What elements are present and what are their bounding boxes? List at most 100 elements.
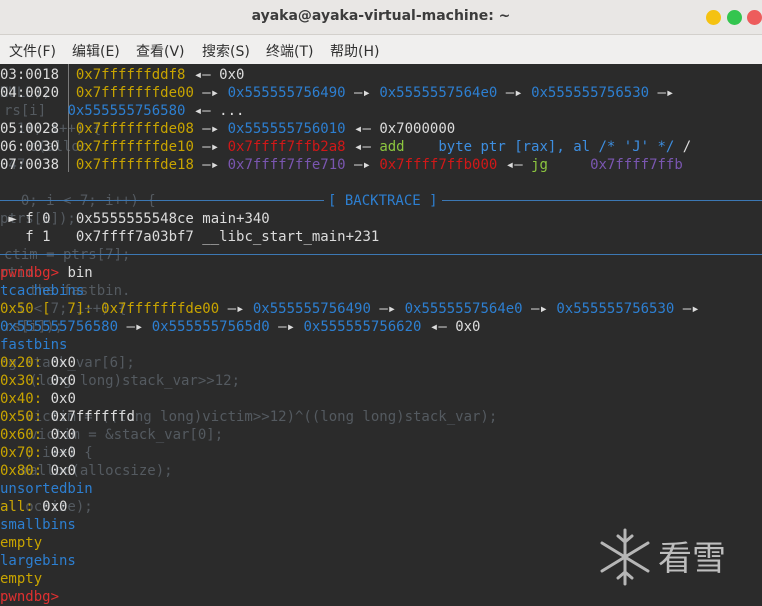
watermark-text: 看雪 bbox=[658, 539, 726, 579]
tcachebins-line-segment: —▸ bbox=[522, 301, 557, 317]
maximize-button[interactable] bbox=[727, 10, 742, 25]
stack-line-segment: ◂— bbox=[497, 157, 532, 173]
stack-line-segment: 0x555555756530 bbox=[531, 85, 650, 101]
stack-line-segment: ◂— ... bbox=[185, 103, 245, 119]
tcachebins-line-segment: —▸ bbox=[370, 301, 405, 317]
stack-line-segment: 0x5555557564e0 bbox=[379, 85, 498, 101]
tcachebins-line-segment: 0x5555557564e0 bbox=[404, 301, 523, 317]
backtrace-frame-segment: f 1 bbox=[0, 229, 76, 245]
fastbin-entry-segment: 0x70: bbox=[0, 445, 43, 461]
backtrace-frame-segment: ► f 0 bbox=[0, 211, 76, 227]
stack-line-segment: jg bbox=[531, 157, 548, 173]
close-button[interactable] bbox=[747, 10, 762, 25]
tcachebins-line-segment: 0x50 [ 7]: 0x7fffffffde00 bbox=[0, 301, 220, 317]
unsortedbin-entry: all: 0x0 bbox=[0, 498, 67, 516]
ghost-source-line-segment: 0; i < 7; i++) { bbox=[4, 193, 156, 209]
command-line-segment: bin bbox=[59, 265, 93, 281]
fastbin-entry-segment: 0x40: bbox=[0, 391, 43, 407]
terminal-output[interactable]: NULL); rs[i] 14; i++) { c(alloc 047 0; i <… bbox=[0, 64, 762, 606]
stack-line-segment: —▸ bbox=[202, 157, 228, 173]
menu-search[interactable]: 搜索(S) bbox=[202, 41, 250, 61]
smallbins-value-segment: empty bbox=[0, 535, 43, 551]
stack-line-segment: 0x555555756580 bbox=[67, 103, 186, 119]
fastbin-entry: 0x80: 0x0 bbox=[0, 462, 76, 480]
menu-file[interactable]: 文件(F) bbox=[9, 41, 56, 61]
stack-line-segment: 0x7fffffffde10 bbox=[67, 139, 203, 155]
fastbin-entry-segment: 0x0 bbox=[42, 463, 76, 479]
backtrace-frame: f 1 0x7ffff7a03bf7 __libc_start_main+231 bbox=[0, 228, 379, 246]
ghost-source-line-segment: ctim = ptrs[7]; bbox=[4, 247, 131, 263]
fastbin-entry-segment: 0x30: bbox=[0, 373, 43, 389]
fastbin-entry-segment: 0x60: bbox=[0, 427, 43, 443]
menu-view[interactable]: 查看(V) bbox=[136, 41, 185, 61]
backtrace-frame-segment: __libc_start_main+231 bbox=[202, 229, 380, 245]
fastbins-header: fastbins bbox=[0, 336, 67, 354]
tcachebins-line-segment: ◂— 0x0 bbox=[421, 319, 481, 335]
kanxue-logo: 看雪 bbox=[600, 528, 726, 586]
stack-line-segment bbox=[548, 157, 590, 173]
stack-line: 0x555555756580 ◂— ... bbox=[0, 102, 244, 120]
stack-line-segment: —▸ bbox=[497, 85, 532, 101]
tcachebins-line-segment: —▸ bbox=[269, 319, 304, 335]
smallbins-header: smallbins bbox=[0, 516, 76, 534]
tcachebins-line-segment: —▸ bbox=[674, 301, 700, 317]
stack-line-segment: 05:0028 bbox=[0, 121, 68, 137]
menu-terminal[interactable]: 终端(T) bbox=[266, 41, 313, 61]
fastbin-entry: 0x60: 0x0 bbox=[0, 426, 76, 444]
tcachebins-line-segment: 0x5555557565d0 bbox=[151, 319, 270, 335]
stack-line-segment: —▸ bbox=[202, 139, 228, 155]
final-prompt-segment: pwndbg> bbox=[0, 589, 60, 605]
menu-bar: 文件(F) 编辑(E) 查看(V) 搜索(S) 终端(T) 帮助(H) bbox=[0, 35, 762, 64]
unsortedbin-entry-segment: all: bbox=[0, 499, 34, 515]
tcachebins-line-segment: 0x555555756490 bbox=[252, 301, 371, 317]
stack-line-segment: ◂— 0x7000000 bbox=[345, 121, 456, 137]
stack-line-segment: 0x7fffffffde00 bbox=[67, 85, 203, 101]
stack-line-segment: 0x7ffff7ffb000 bbox=[379, 157, 498, 173]
backtrace-frame: ► f 0 0x5555555548ce main+340 bbox=[0, 210, 269, 228]
stack-line-segment: 0x7fffffffde18 bbox=[67, 157, 203, 173]
smallbins-header-segment: smallbins bbox=[0, 517, 76, 533]
stack-line-segment: —▸ bbox=[202, 85, 228, 101]
stack-line-segment: —▸ bbox=[649, 85, 675, 101]
stack-line: 06:0030 0x7fffffffde10 —▸ 0x7ffff7ffb2a8… bbox=[0, 138, 691, 156]
stack-line-segment: —▸ bbox=[202, 121, 228, 137]
fastbin-entry: 0x20: 0x0 bbox=[0, 354, 76, 372]
tcachebins-line-segment: 0x555555756620 bbox=[303, 319, 422, 335]
command-line: pwndbg> bin bbox=[0, 264, 93, 282]
stack-line-segment: / bbox=[674, 139, 692, 155]
stack-line: 03:0018 0x7ffffffddf8 ◂— 0x0 bbox=[0, 66, 244, 84]
minimize-button[interactable] bbox=[706, 10, 721, 25]
window-titlebar[interactable]: ayaka@ayaka-virtual-machine: ~ bbox=[0, 0, 762, 35]
fastbins-header-segment: fastbins bbox=[0, 337, 68, 353]
unsortedbin-header: unsortedbin bbox=[0, 480, 93, 498]
stack-line-segment: ◂— bbox=[345, 139, 380, 155]
stack-line: 04:0020 0x7fffffffde00 —▸ 0x555555756490… bbox=[0, 84, 674, 102]
menu-edit[interactable]: 编辑(E) bbox=[72, 41, 120, 61]
ghost-source-line: 0; i < 7; i++) { bbox=[4, 192, 156, 210]
snowflake-icon bbox=[600, 528, 650, 586]
fastbin-entry-segment: 0x0 bbox=[42, 427, 76, 443]
fastbin-entry-segment: 0x50: bbox=[0, 409, 43, 425]
context-end-separator bbox=[0, 254, 762, 255]
stack-line-segment: 0x555555756010 bbox=[227, 121, 346, 137]
stack-line-segment: 04:0020 bbox=[0, 85, 68, 101]
fastbin-entry-segment: 0x20: bbox=[0, 355, 43, 371]
fastbin-entry: 0x70: 0x0 bbox=[0, 444, 76, 462]
fastbin-entry: 0x40: 0x0 bbox=[0, 390, 76, 408]
tcachebins-line-segment: —▸ bbox=[118, 319, 152, 335]
menu-help[interactable]: 帮助(H) bbox=[330, 41, 379, 61]
stack-line-segment: —▸ bbox=[345, 157, 380, 173]
stack-line-segment: 07:0038 bbox=[0, 157, 68, 173]
tcachebins-header-segment: tcachebins bbox=[0, 283, 85, 299]
backtrace-frame-segment: 0x5555555548ce bbox=[75, 211, 203, 227]
command-line-segment: pwndbg> bbox=[0, 265, 60, 281]
fastbin-entry-segment: 0x0 bbox=[42, 445, 76, 461]
stack-line: 07:0038 0x7fffffffde18 —▸ 0x7ffff7ffe710… bbox=[0, 156, 683, 174]
tcachebins-header: tcachebins bbox=[0, 282, 84, 300]
largebins-header: largebins bbox=[0, 552, 76, 570]
unsortedbin-header-segment: unsortedbin bbox=[0, 481, 93, 497]
fastbin-entry-segment: 0x0 bbox=[42, 355, 76, 371]
largebins-header-segment: largebins bbox=[0, 553, 76, 569]
tcachebins-line-segment: —▸ bbox=[219, 301, 253, 317]
stack-line-segment: —▸ bbox=[345, 85, 380, 101]
